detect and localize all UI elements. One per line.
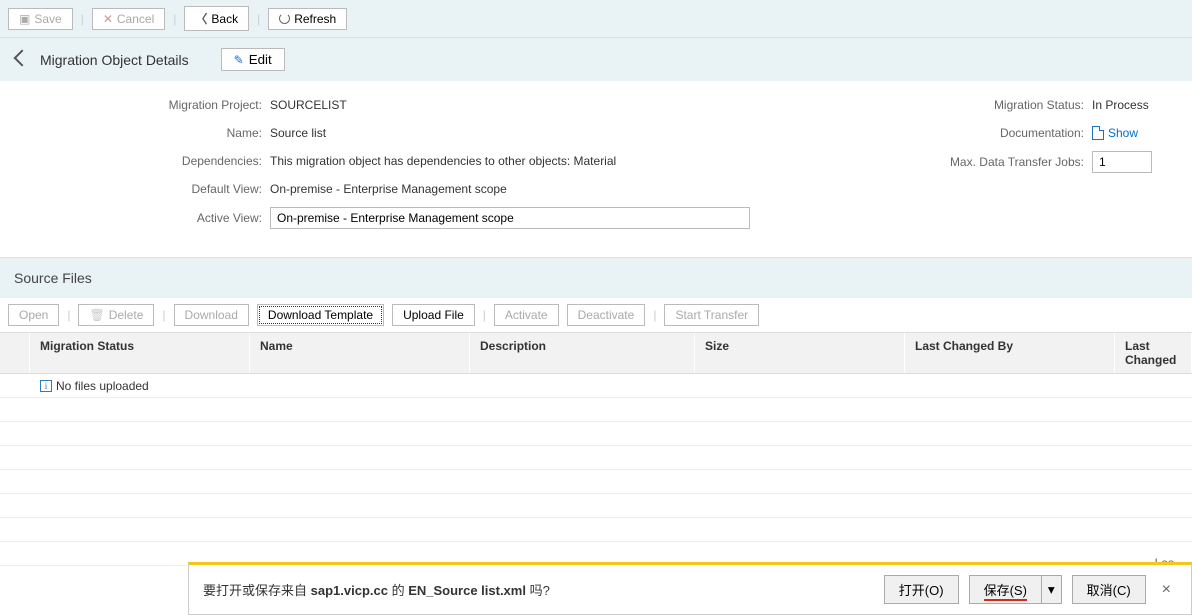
back-icon: 〈 (195, 10, 207, 27)
col-last-changed-by[interactable]: Last Changed By (905, 333, 1115, 373)
download-cancel-button[interactable]: 取消(C) (1072, 575, 1146, 604)
documentation-text: Show (1108, 126, 1138, 140)
dependencies-value: This migration object has dependencies t… (270, 154, 616, 168)
separator: | (81, 12, 84, 26)
name-label: Name (90, 126, 270, 140)
refresh-button[interactable]: Refresh (268, 8, 347, 30)
source-files-toolbar: Open | 🗑 Delete | Download Download Temp… (0, 298, 1192, 333)
migration-project-label: Migration Project (90, 98, 270, 112)
default-view-value: On-premise - Enterprise Management scope (270, 182, 507, 196)
source-files-table: Migration Status Name Description Size L… (0, 333, 1192, 566)
start-transfer-button: Start Transfer (664, 304, 759, 326)
edit-button[interactable]: ✎ Edit (221, 48, 285, 71)
save-button: ▣ Save (8, 8, 73, 30)
activate-button: Activate (494, 304, 559, 326)
col-size[interactable]: Size (695, 333, 905, 373)
cancel-icon: ✕ (103, 12, 113, 26)
details-left: Migration ProjectSOURCELIST NameSource l… (90, 95, 750, 237)
download-notification-bar: 要打开或保存来自 sap1.vicp.cc 的 EN_Source list.x… (188, 562, 1192, 615)
download-template-button[interactable]: Download Template (257, 304, 384, 326)
table-row (0, 470, 1192, 494)
section-title: Migration Object Details (40, 52, 189, 68)
active-view-label: Active View (90, 211, 270, 225)
table-row (0, 398, 1192, 422)
download-button: Download (174, 304, 249, 326)
col-select[interactable] (0, 333, 30, 373)
name-value: Source list (270, 126, 326, 140)
main-toolbar: ▣ Save | ✕ Cancel | 〈 Back | Refresh (0, 0, 1192, 38)
migration-status-label: Migration Status (912, 98, 1092, 112)
source-files-header: Source Files (0, 257, 1192, 298)
back-button[interactable]: 〈 Back (184, 6, 249, 31)
col-name[interactable]: Name (250, 333, 470, 373)
max-jobs-label: Max. Data Transfer Jobs (912, 155, 1092, 169)
upload-file-button[interactable]: Upload File (392, 304, 475, 326)
delete-button: 🗑 Delete (78, 304, 154, 326)
save-icon: ▣ (19, 12, 30, 26)
migration-status-value: In Process (1092, 98, 1149, 112)
dl-pre: 要打开或保存来自 (203, 583, 311, 598)
dl-host: sap1.vicp.cc (311, 583, 388, 598)
section-header: Migration Object Details ✎ Edit (0, 38, 1192, 81)
chevron-down-icon (14, 49, 31, 66)
table-row (0, 494, 1192, 518)
download-save-dropdown[interactable]: ▾ (1041, 575, 1062, 604)
separator: | (173, 12, 176, 26)
download-message: 要打开或保存来自 sap1.vicp.cc 的 EN_Source list.x… (203, 580, 874, 599)
max-jobs-input[interactable] (1092, 151, 1152, 173)
col-last-changed[interactable]: Last Changed (1115, 333, 1192, 373)
back-label: Back (211, 12, 238, 26)
default-view-label: Default View (90, 182, 270, 196)
delete-label: Delete (109, 308, 144, 322)
col-migration-status[interactable]: Migration Status (30, 333, 250, 373)
col-description[interactable]: Description (470, 333, 695, 373)
dl-post: 吗? (526, 583, 550, 598)
documentation-link[interactable]: Show (1092, 126, 1138, 140)
trash-icon: 🗑 (89, 308, 104, 322)
dependencies-label: Dependencies (90, 154, 270, 168)
dl-mid: 的 (388, 583, 408, 598)
download-save-button[interactable]: 保存(S) (969, 575, 1041, 604)
details-panel: Migration ProjectSOURCELIST NameSource l… (0, 81, 1192, 257)
separator: | (257, 12, 260, 26)
info-icon: i (40, 380, 52, 392)
deactivate-button: Deactivate (567, 304, 646, 326)
separator: | (483, 308, 486, 322)
download-save-label: 保存(S) (984, 583, 1027, 601)
download-save-split: 保存(S) ▾ (969, 575, 1062, 604)
separator: | (653, 308, 656, 322)
edit-label: Edit (249, 52, 272, 67)
table-row (0, 446, 1192, 470)
separator: | (162, 308, 165, 322)
dl-file: EN_Source list.xml (408, 583, 526, 598)
active-view-input[interactable] (270, 207, 750, 229)
document-icon (1092, 126, 1104, 140)
download-open-button[interactable]: 打开(O) (884, 575, 959, 604)
details-right: Migration StatusIn Process Documentation… (912, 95, 1152, 237)
documentation-label: Documentation (912, 126, 1092, 140)
migration-project-value: SOURCELIST (270, 98, 347, 112)
empty-message: No files uploaded (56, 379, 149, 393)
collapse-toggle[interactable] (12, 53, 28, 67)
refresh-label: Refresh (294, 12, 336, 26)
cancel-label: Cancel (117, 12, 154, 26)
table-row (0, 518, 1192, 542)
close-icon[interactable]: × (1156, 581, 1177, 599)
table-row-empty: i No files uploaded (0, 374, 1192, 398)
cancel-button: ✕ Cancel (92, 8, 165, 30)
separator: | (67, 308, 70, 322)
table-row (0, 422, 1192, 446)
open-button: Open (8, 304, 59, 326)
table-header: Migration Status Name Description Size L… (0, 333, 1192, 374)
refresh-icon (279, 13, 290, 24)
empty-message-cell: i No files uploaded (30, 375, 159, 397)
pencil-icon: ✎ (234, 53, 244, 67)
save-label: Save (34, 12, 61, 26)
